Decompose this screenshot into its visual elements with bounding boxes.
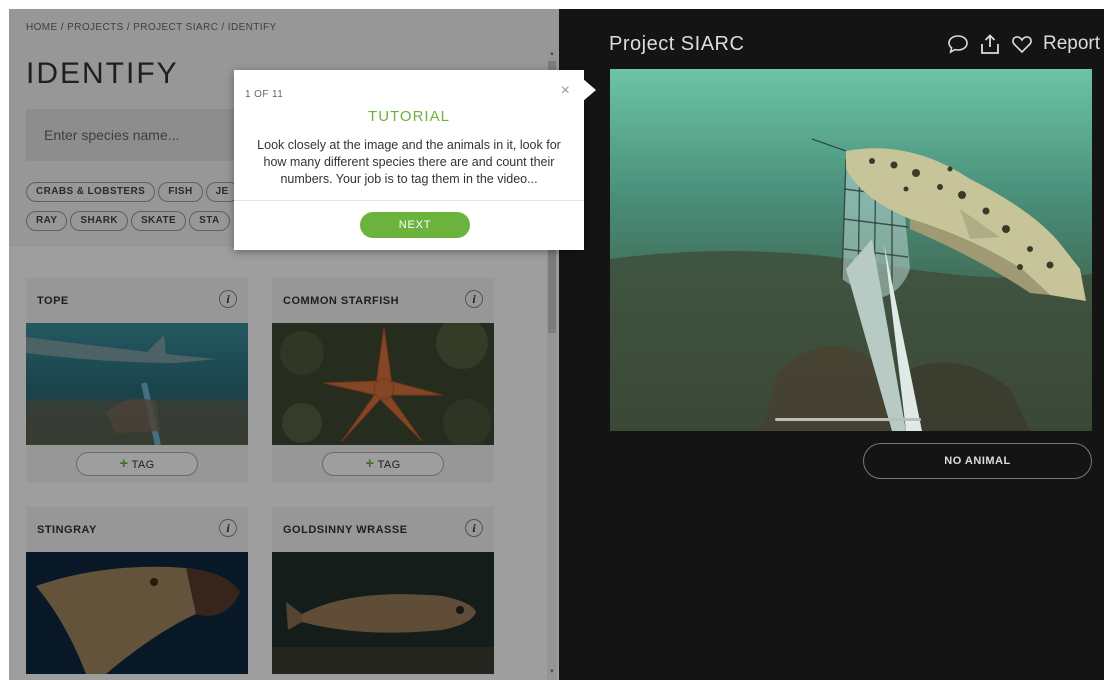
comment-icon[interactable] <box>947 34 969 54</box>
divider <box>234 200 584 201</box>
project-actions: Report <box>947 33 1100 55</box>
report-link[interactable]: Report <box>1043 33 1100 55</box>
popup-pointer <box>582 78 596 102</box>
video-progress-bar[interactable] <box>775 418 921 421</box>
next-button[interactable]: NEXT <box>360 212 470 238</box>
heart-icon[interactable] <box>1011 34 1033 54</box>
tutorial-popup: 1 OF 11 × TUTORIAL Look closely at the i… <box>234 70 596 250</box>
share-icon[interactable] <box>979 33 1001 55</box>
app-frame: HOME / PROJECTS / PROJECT SIARC / IDENTI… <box>9 9 1104 680</box>
close-icon[interactable]: × <box>561 82 570 100</box>
tutorial-text: Look closely at the image and the animal… <box>257 138 561 186</box>
tutorial-step-counter: 1 OF 11 <box>245 89 284 100</box>
tutorial-title: TUTORIAL <box>368 108 450 125</box>
project-title: Project SIARC <box>609 33 745 55</box>
video-player[interactable] <box>610 69 1092 431</box>
no-animal-button[interactable]: NO ANIMAL <box>863 443 1092 479</box>
project-panel: Project SIARC Report NO ANIMAL <box>559 9 1104 680</box>
video-frame <box>610 69 1092 431</box>
